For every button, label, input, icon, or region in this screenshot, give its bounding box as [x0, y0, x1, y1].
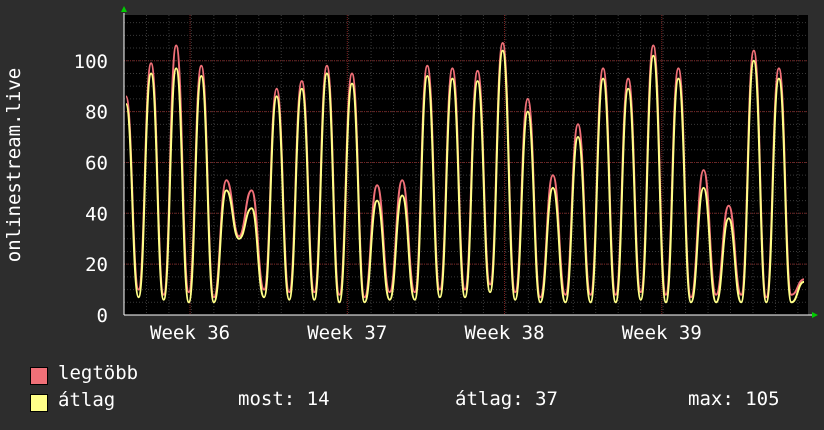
stat-max: max: 105 — [688, 388, 780, 410]
y-tick-label: 80 — [85, 102, 108, 124]
y-tick-label: 20 — [85, 254, 108, 276]
traffic-chart: 0 20 40 60 80 100 Week 36 Week 37 Week 38 Week 39… — [3, 6, 818, 344]
y-tick-label: 0 — [97, 305, 108, 327]
stat-now: most: 14 — [238, 388, 330, 410]
y-tick-label: 40 — [85, 203, 108, 225]
x-tick-label: Week 37 — [307, 322, 387, 344]
legend-swatch-avg — [30, 394, 48, 412]
y-axis-label: onlinestream.live — [3, 68, 25, 262]
legend-label-avg: átlag — [58, 389, 116, 411]
x-axis-arrow — [812, 312, 818, 318]
y-axis-arrow — [121, 6, 127, 12]
x-tick-label: Week 38 — [464, 322, 544, 344]
stat-avg: átlag: 37 — [455, 388, 558, 410]
y-tick-label: 60 — [85, 152, 108, 174]
x-tick-label: Week 39 — [622, 322, 702, 344]
x-tick-label: Week 36 — [150, 322, 230, 344]
legend-swatch-max — [30, 367, 48, 385]
legend-label-max: legtöbb — [58, 362, 139, 384]
plot-area — [124, 15, 808, 315]
y-tick-label: 100 — [74, 51, 108, 73]
plot-background — [124, 15, 808, 315]
